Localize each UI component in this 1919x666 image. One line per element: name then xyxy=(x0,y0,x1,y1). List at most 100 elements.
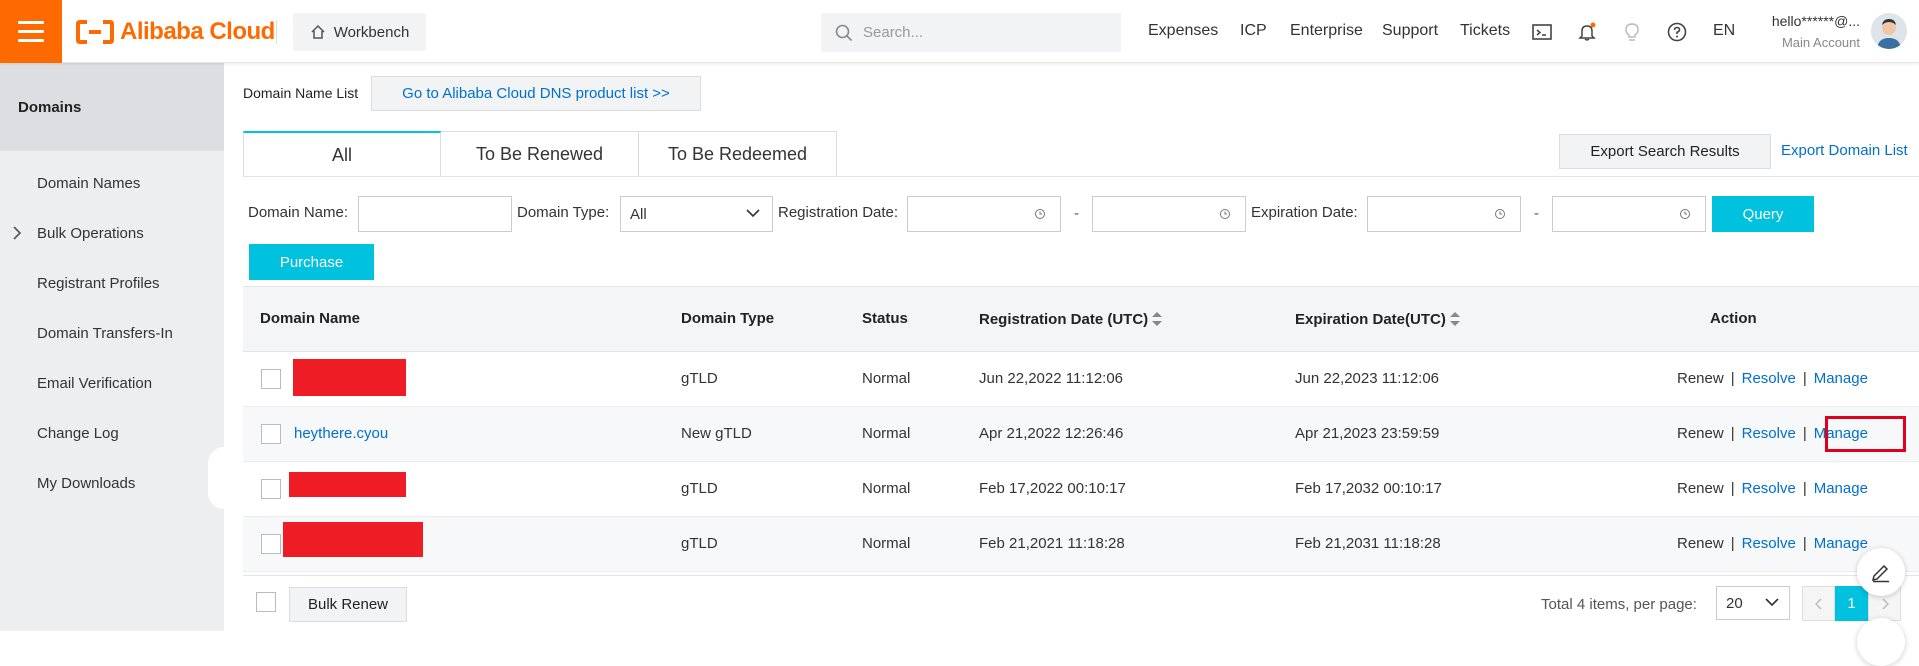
domain-name-link[interactable]: heythere.cyou xyxy=(294,425,388,442)
tab-to-be-redeemed[interactable]: To Be Redeemed xyxy=(639,131,837,177)
renew-link[interactable]: Renew xyxy=(1677,535,1724,552)
account-user: hello******@... xyxy=(1771,13,1860,29)
row-checkbox[interactable] xyxy=(261,424,281,444)
chevron-down-icon xyxy=(746,209,760,218)
previous-page-button[interactable] xyxy=(1802,586,1835,621)
sidebar-collapse-handle[interactable] xyxy=(208,447,224,509)
export-domain-list-link[interactable]: Export Domain List xyxy=(1781,142,1908,159)
account-type: Main Account xyxy=(1781,35,1860,50)
top-navigation-bar: Alibaba Cloud Workbench Expenses ICP Ent… xyxy=(0,0,1919,63)
nav-enterprise[interactable]: Enterprise xyxy=(1290,22,1363,40)
column-header-domain-name: Domain Name xyxy=(260,310,361,327)
nav-icp[interactable]: ICP xyxy=(1240,22,1267,40)
main-content: Domain Name List Go to Alibaba Cloud DNS… xyxy=(224,63,1919,631)
sidebar-item-domain-names[interactable]: Domain Names xyxy=(0,158,224,208)
row-checkbox[interactable] xyxy=(261,479,281,499)
domain-name-input[interactable] xyxy=(358,196,512,232)
redacted-domain-name xyxy=(283,522,423,557)
avatar[interactable] xyxy=(1871,13,1907,49)
action-separator: | xyxy=(1802,425,1807,442)
sidebar-item-registrant-profiles[interactable]: Registrant Profiles xyxy=(0,258,224,308)
tab-all[interactable]: All xyxy=(243,131,441,177)
sidebar-item-change-log[interactable]: Change Log xyxy=(0,408,224,458)
floating-action-button[interactable] xyxy=(1857,618,1905,666)
row-checkbox[interactable] xyxy=(261,369,281,389)
clock-icon xyxy=(1220,209,1230,219)
chevron-left-icon xyxy=(1814,597,1822,610)
table-row: gTLD Normal Jun 22,2022 11:12:06 Jun 22,… xyxy=(243,352,1919,407)
sidebar-item-email-verification[interactable]: Email Verification xyxy=(0,358,224,408)
nav-tickets[interactable]: Tickets xyxy=(1460,22,1510,40)
export-search-results-button[interactable]: Export Search Results xyxy=(1559,134,1771,169)
nav-support[interactable]: Support xyxy=(1382,22,1438,40)
action-separator: | xyxy=(1802,535,1807,552)
column-header-expiration-date[interactable]: Expiration Date(UTC) xyxy=(1295,310,1461,328)
renew-link[interactable]: Renew xyxy=(1677,480,1724,497)
lightbulb-icon[interactable] xyxy=(1621,21,1643,43)
column-header-registration-date[interactable]: Registration Date (UTC) xyxy=(979,310,1163,328)
tab-to-be-renewed[interactable]: To Be Renewed xyxy=(441,131,639,177)
chevron-down-icon xyxy=(1765,598,1779,607)
alibaba-cloud-logo[interactable]: Alibaba Cloud xyxy=(76,17,275,47)
registration-date-end-input[interactable] xyxy=(1092,196,1246,232)
action-separator: | xyxy=(1730,480,1735,497)
query-button[interactable]: Query xyxy=(1712,196,1814,232)
select-all-checkbox[interactable] xyxy=(256,592,276,612)
terminal-icon[interactable] xyxy=(1531,21,1553,43)
manage-link[interactable]: Manage xyxy=(1814,535,1868,552)
nav-expenses[interactable]: Expenses xyxy=(1148,22,1218,40)
registration-date-cell: Feb 21,2021 11:18:28 xyxy=(979,535,1125,552)
sidebar-item-my-downloads[interactable]: My Downloads xyxy=(0,458,224,508)
search-box[interactable] xyxy=(821,13,1121,52)
resolve-link[interactable]: Resolve xyxy=(1742,480,1796,497)
per-page-select[interactable]: 20 xyxy=(1716,586,1790,620)
bell-icon[interactable] xyxy=(1576,21,1598,43)
resolve-link[interactable]: Resolve xyxy=(1742,425,1796,442)
clock-icon xyxy=(1495,209,1505,219)
floating-edit-button[interactable] xyxy=(1857,548,1905,596)
dns-product-link[interactable]: Go to Alibaba Cloud DNS product list >> xyxy=(371,76,701,111)
search-input[interactable] xyxy=(863,24,1103,41)
status-cell: Normal xyxy=(862,480,911,497)
resolve-link[interactable]: Resolve xyxy=(1742,535,1796,552)
clock-icon xyxy=(1035,209,1045,219)
row-checkbox[interactable] xyxy=(261,534,281,554)
workbench-button[interactable]: Workbench xyxy=(293,13,426,51)
action-separator: | xyxy=(1730,425,1735,442)
page-number-button[interactable]: 1 xyxy=(1835,586,1868,621)
bulk-renew-button[interactable]: Bulk Renew xyxy=(289,587,407,622)
column-header-status: Status xyxy=(862,310,908,327)
clock-icon xyxy=(1680,209,1690,219)
account-info[interactable]: hello******@... Main Account xyxy=(1758,13,1860,50)
expiration-date-end-input[interactable] xyxy=(1552,196,1706,232)
resolve-link[interactable]: Resolve xyxy=(1742,370,1796,387)
action-separator: | xyxy=(1802,480,1807,497)
expiration-date-start-input[interactable] xyxy=(1367,196,1521,232)
sidebar-item-label: Change Log xyxy=(37,424,119,442)
table-row: heythere.cyou New gTLD Normal Apr 21,202… xyxy=(243,407,1919,462)
language-switch[interactable]: EN xyxy=(1713,22,1735,40)
action-cell: Renew | Resolve | Manage xyxy=(1677,370,1868,387)
pencil-icon xyxy=(1871,564,1889,583)
domain-type-select[interactable]: All xyxy=(620,196,773,232)
hamburger-menu-icon[interactable] xyxy=(0,0,62,63)
renew-link[interactable]: Renew xyxy=(1677,370,1724,387)
action-separator: | xyxy=(1730,370,1735,387)
sidebar-item-domain-transfers-in[interactable]: Domain Transfers-In xyxy=(0,308,224,358)
help-icon[interactable] xyxy=(1666,21,1688,43)
sidebar-item-label: Domain Names xyxy=(37,174,141,192)
sidebar-item-bulk-operations[interactable]: Bulk Operations xyxy=(0,208,224,258)
registration-date-start-input[interactable] xyxy=(907,196,1061,232)
renew-link[interactable]: Renew xyxy=(1677,425,1724,442)
column-header-action: Action xyxy=(1710,310,1757,327)
search-icon xyxy=(835,24,853,41)
action-cell: Renew | Resolve | Manage xyxy=(1677,535,1868,552)
manage-link[interactable]: Manage xyxy=(1814,370,1868,387)
registration-date-cell: Feb 17,2022 00:10:17 xyxy=(979,480,1126,497)
domain-type-cell: gTLD xyxy=(681,370,718,387)
purchase-button[interactable]: Purchase xyxy=(249,244,374,280)
manage-link[interactable]: Manage xyxy=(1814,480,1868,497)
domain-table: Domain Name Domain Type Status Registrat… xyxy=(243,286,1919,572)
alibaba-logo-mark-icon xyxy=(76,20,114,44)
column-header-domain-type: Domain Type xyxy=(681,310,775,327)
